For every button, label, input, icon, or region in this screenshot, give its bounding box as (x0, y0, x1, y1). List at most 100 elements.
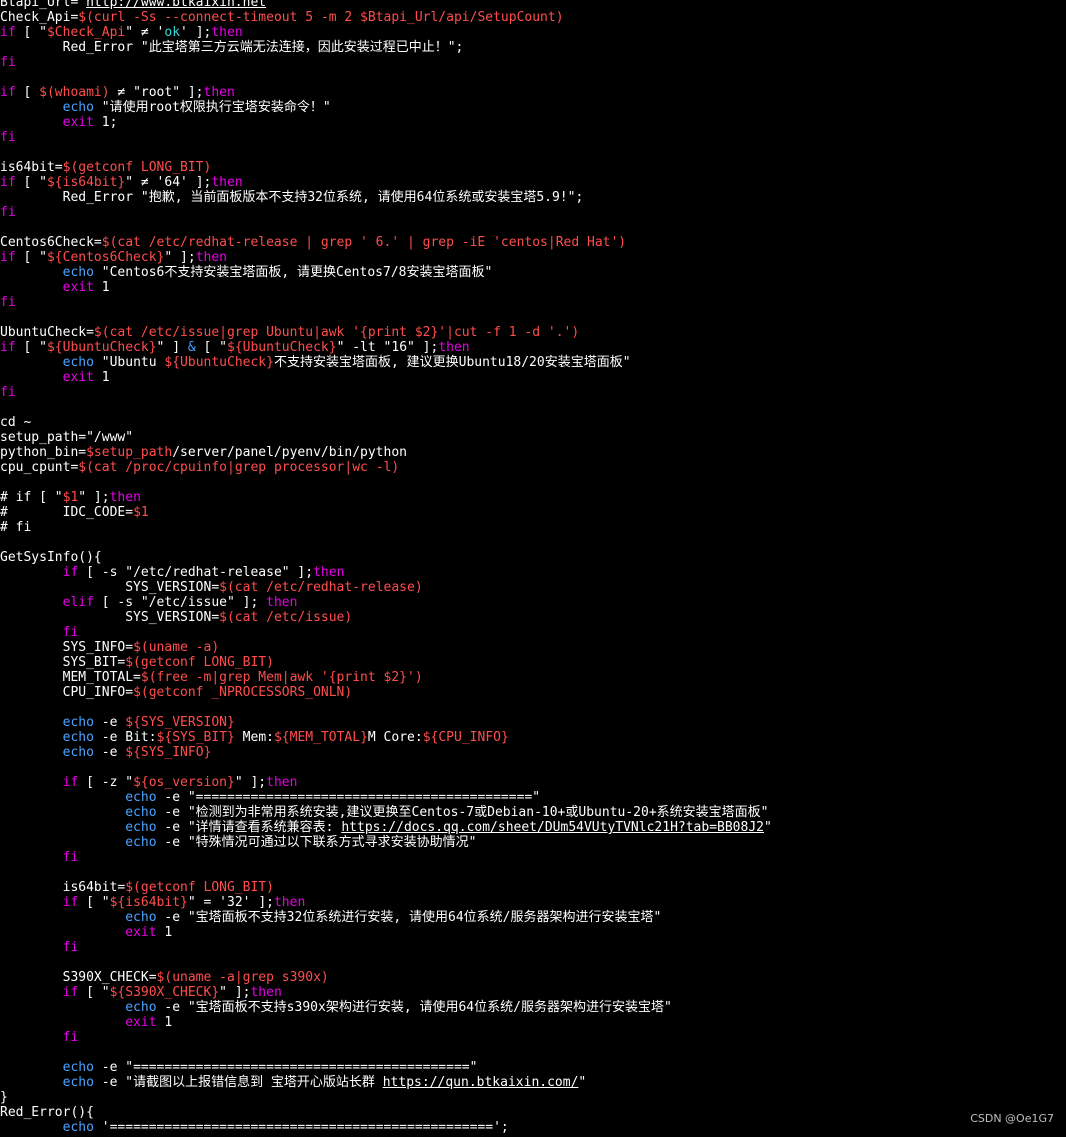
code-token: " = '32' ]; (187, 895, 274, 910)
code-token: $(whoami) (39, 85, 110, 100)
code-token: SYS_VERSION= (0, 580, 220, 595)
code-line: echo -e "===============================… (0, 790, 1066, 805)
code-token: exit (62, 370, 94, 385)
code-line: GetSysInfo(){ (0, 550, 1066, 565)
code-token: " ]; (234, 775, 267, 790)
code-line: # if [ "$1" ];then (0, 490, 1066, 505)
code-token: exit (62, 115, 94, 130)
code-token: -e "====================================… (93, 1060, 478, 1075)
code-token: echo (62, 265, 94, 280)
code-token: fi (62, 1030, 79, 1045)
code-line: SYS_VERSION=$(cat /etc/issue) (0, 610, 1066, 625)
code-token: -e (93, 715, 126, 730)
code-token: ${Centos6Check} (46, 250, 165, 265)
code-line: fi (0, 385, 1066, 400)
code-line: exit 1; (0, 115, 1066, 130)
code-token: [ " (15, 340, 47, 355)
code-token: 1; (93, 115, 118, 130)
code-line: echo -e "请截图以上报错信息到 宝塔开心版站长群 https://qun… (0, 1075, 1066, 1090)
code-token: " ] (156, 340, 188, 355)
code-token: then (266, 595, 298, 610)
code-token: then (266, 775, 298, 790)
code-token: then (195, 250, 227, 265)
code-token: Check_Api= (0, 10, 79, 25)
terminal-output[interactable]: Btapi_Url='http://www.btkaixin.net' Check… (0, 0, 1066, 1137)
code-line: python_bin=$setup_path/server/panel/pyen… (0, 445, 1066, 460)
code-token: if (62, 985, 79, 1000)
code-token: is64bit= (0, 880, 126, 895)
code-token: ${CPU_INFO} (422, 730, 509, 745)
code-token: [ " (15, 250, 47, 265)
code-token: exit (125, 925, 157, 940)
code-token: CPU_INFO= (0, 685, 134, 700)
code-token: $(free -m|grep Mem|awk '{print $2}') (140, 670, 423, 685)
code-token: " (763, 820, 772, 835)
code-line: if [ $(whoami) ≠ "root" ];then (0, 85, 1066, 100)
code-token: ok (164, 25, 181, 40)
code-line: exit 1 (0, 280, 1066, 295)
code-line: echo "请使用root权限执行宝塔安装命令！" (0, 100, 1066, 115)
code-token: if (0, 250, 16, 265)
code-token: then (273, 895, 306, 910)
code-line: setup_path="/www" (0, 430, 1066, 445)
code-token: ${is64bit} (46, 175, 126, 190)
code-token: 1 (93, 370, 110, 385)
code-token: if (0, 340, 16, 355)
code-line: if [ "${is64bit}" = '32' ];then (0, 895, 1066, 910)
code-line: Centos6Check=$(cat /etc/redhat-release |… (0, 235, 1066, 250)
code-line: echo -e ${SYS_VERSION} (0, 715, 1066, 730)
code-line: echo "Centos6不支持安装宝塔面板, 请更换Centos7/8安装宝塔… (0, 265, 1066, 280)
code-token: [ (15, 85, 40, 100)
code-token: ${UbuntuCheck} (46, 340, 157, 355)
code-token: SYS_INFO= (0, 640, 134, 655)
code-token: & (187, 340, 196, 355)
code-token[interactable]: https://qun.btkaixin.com/ (383, 1075, 579, 1090)
code-token: then (211, 25, 243, 40)
code-token: " ]; (164, 250, 196, 265)
code-token: echo (125, 1000, 157, 1015)
code-token: [ " (78, 985, 110, 1000)
code-token: echo (125, 910, 157, 925)
code-line: Red_Error(){ (0, 1105, 1066, 1120)
code-token: [ -s "/etc/redhat-release" ]; (78, 565, 314, 580)
code-token: ${os_version} (133, 775, 235, 790)
code-token: -e "宝塔面板不支持s390x架构进行安装, 请使用64位系统/服务器架构进行… (156, 1000, 672, 1015)
code-line: UbuntuCheck=$(cat /etc/issue|grep Ubuntu… (0, 325, 1066, 340)
code-line: if [ "${UbuntuCheck}" ] & [ "${UbuntuChe… (0, 340, 1066, 355)
code-line: fi (0, 625, 1066, 640)
code-line: echo -e "检测到为非常用系统安装,建议更换至Centos-7或Debia… (0, 805, 1066, 820)
code-token: " ≠ '64' ]; (125, 175, 212, 190)
code-line: MEM_TOTAL=$(free -m|grep Mem|awk '{print… (0, 670, 1066, 685)
code-token: $1 (62, 490, 79, 505)
code-token: cd ~ (0, 415, 32, 430)
code-line: } (0, 1090, 1066, 1105)
code-line: Red_Error "抱歉, 当前面板版本不支持32位系统, 请使用64位系统或… (0, 190, 1066, 205)
code-token: " ]; (219, 985, 251, 1000)
code-token: # IDC_CODE= (0, 505, 134, 520)
code-token: $setup_path (86, 445, 173, 460)
code-token: fi (0, 55, 16, 70)
code-line: elif [ -s "/etc/issue" ]; then (0, 595, 1066, 610)
code-token: "请使用root权限执行宝塔安装命令！" (93, 100, 331, 115)
code-token: " ]; (78, 490, 110, 505)
code-token: ≠ "root" ]; (109, 85, 204, 100)
code-token: if (0, 175, 16, 190)
code-token: # if [ " (0, 490, 63, 505)
code-line: echo -e "宝塔面板不支持s390x架构进行安装, 请使用64位系统/服务… (0, 1000, 1066, 1015)
code-token: Centos6Check= (0, 235, 102, 250)
code-token[interactable]: http://www.btkaixin.net (86, 0, 266, 10)
code-token: SYS_VERSION= (0, 610, 220, 625)
code-token: ${UbuntuCheck} (164, 355, 274, 370)
code-line: SYS_INFO=$(uname -a) (0, 640, 1066, 655)
code-line: echo -e "===============================… (0, 1060, 1066, 1075)
code-token: 不支持安装宝塔面板, 建议更换Ubuntu18/20安装宝塔面板" (273, 355, 631, 370)
code-token: $(getconf LONG_BIT) (125, 655, 274, 670)
code-token: ${SYS_INFO} (125, 745, 212, 760)
code-token[interactable]: https://docs.qq.com/sheet/DUm54VUtyTVNlc… (341, 820, 764, 835)
